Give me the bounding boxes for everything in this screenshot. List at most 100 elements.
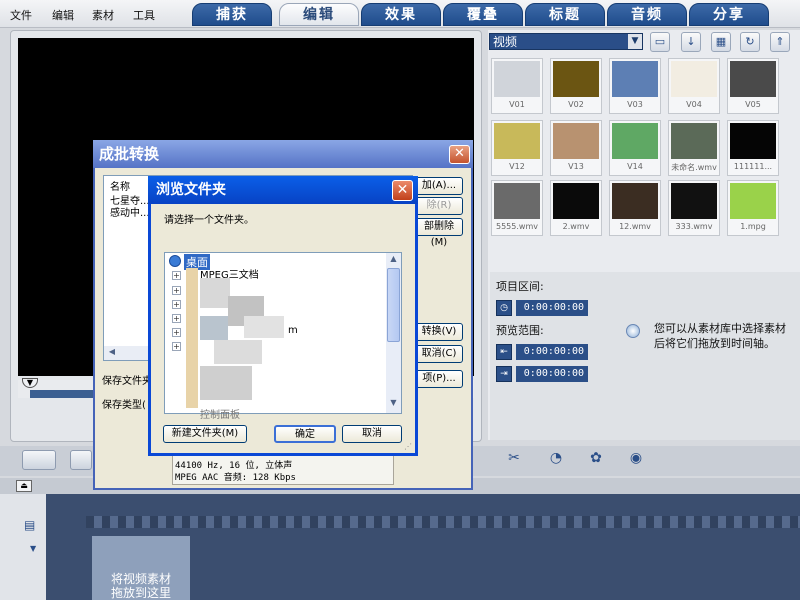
hint-icon xyxy=(626,324,640,338)
tree-scroll-thumb[interactable] xyxy=(387,268,400,342)
browse-prompt: 请选择一个文件夹。 xyxy=(164,215,254,226)
batch-convert-title: 成批转换 xyxy=(93,140,473,168)
scroll-down-icon[interactable]: ▼ xyxy=(387,398,400,410)
expand-icon[interactable]: + xyxy=(172,300,181,309)
tab-share[interactable]: 分享 xyxy=(689,3,769,26)
batch-cancel-button[interactable]: 取消(C) xyxy=(415,345,463,363)
preview-end-timecode[interactable]: 0:00:00:00 xyxy=(516,366,588,382)
preview-start-timecode[interactable]: 0:00:00:00 xyxy=(516,344,588,360)
clock-tool-icon[interactable]: ◔ xyxy=(544,450,568,472)
resize-grip-icon[interactable]: ⋰ xyxy=(404,442,414,452)
library-thumbnail[interactable]: 未命名.wmv xyxy=(668,120,720,176)
audio-info-line2: MPEG AAC 音频: 128 Kbps xyxy=(175,473,296,483)
add-button[interactable]: 加(A)... xyxy=(415,177,463,195)
library-thumbnail[interactable]: V04 xyxy=(668,58,720,114)
menu-tools[interactable]: 工具 xyxy=(133,7,155,23)
thumbnail-image xyxy=(553,61,599,97)
redacted-area xyxy=(244,316,284,338)
drop-zone[interactable]: 将视频素材 拖放到这里 xyxy=(92,536,190,600)
mark-in-icon[interactable]: ⇤ xyxy=(496,344,512,360)
chevron-down-icon[interactable]: ▼ xyxy=(628,34,642,49)
new-folder-button[interactable]: 新建文件夹(M) xyxy=(163,425,247,443)
thumbnail-label: 1.mpg xyxy=(740,222,766,231)
thumbnail-label: 2.wmv xyxy=(562,222,590,231)
library-thumbnail[interactable]: V01 xyxy=(491,58,543,114)
surround-sound-icon[interactable]: ◉ xyxy=(624,450,648,472)
tree-node-control-panel[interactable]: 控制面板 xyxy=(200,406,240,421)
library-thumbnail[interactable]: 111111... xyxy=(727,120,779,176)
options-button[interactable]: 项(P)... xyxy=(415,370,463,388)
remove-all-button[interactable]: 部删除(M) xyxy=(415,218,463,248)
thumbnail-label: 12.wmv xyxy=(619,222,651,231)
tab-edit[interactable]: 编辑 xyxy=(279,3,359,26)
thumbnail-image xyxy=(671,183,717,219)
drop-hint-line2: 拖放到这里 xyxy=(110,586,171,600)
library-thumbnail[interactable]: V13 xyxy=(550,120,602,176)
thumbnail-image xyxy=(730,123,776,159)
library-thumbnail[interactable]: V14 xyxy=(609,120,661,176)
library-thumbnail[interactable]: V02 xyxy=(550,58,602,114)
thumbnail-image xyxy=(612,61,658,97)
expand-icon[interactable]: + xyxy=(172,328,181,337)
folder-icon[interactable]: ▭ xyxy=(650,32,670,52)
library-thumbnail[interactable]: V03 xyxy=(609,58,661,114)
thumbnail-image xyxy=(494,61,540,97)
library-thumbnail[interactable]: V12 xyxy=(491,120,543,176)
thumbnail-label: V14 xyxy=(627,162,643,171)
storyboard-view-button[interactable] xyxy=(22,450,56,470)
ok-button[interactable]: 确定 xyxy=(274,425,336,443)
close-icon[interactable]: ✕ xyxy=(392,180,413,201)
menu-file[interactable]: 文件 xyxy=(10,7,32,23)
scroll-left-icon[interactable]: ◀ xyxy=(105,347,119,359)
library-thumbnail[interactable]: V05 xyxy=(727,58,779,114)
thumbnail-label: V01 xyxy=(509,100,525,109)
grid-view-icon[interactable]: ▦ xyxy=(711,32,731,52)
library-thumbnail[interactable]: 12.wmv xyxy=(609,180,661,236)
timeline-view-button[interactable] xyxy=(70,450,92,470)
project-duration-label: 项目区间: xyxy=(496,280,544,293)
track-icon[interactable]: ▤ xyxy=(24,518,42,532)
mark-out-icon[interactable]: ⇥ xyxy=(496,366,512,382)
trim-tool-icon[interactable]: ✂ xyxy=(502,450,526,472)
list-item[interactable]: 感动中... xyxy=(110,204,150,219)
hint-text-line1: 您可以从素材库中选择素材 xyxy=(654,322,786,335)
close-icon[interactable]: ✕ xyxy=(449,145,470,164)
list-header-name: 名称 xyxy=(110,182,130,193)
library-thumbnail[interactable]: 333.wmv xyxy=(668,180,720,236)
scroll-up-icon[interactable]: ▲ xyxy=(387,254,400,266)
collapse-icon[interactable]: ⇑ xyxy=(770,32,790,52)
import-icon[interactable]: ↓ xyxy=(681,32,701,52)
eject-icon[interactable]: ⏏ xyxy=(16,480,32,492)
chevron-down-icon[interactable]: ▼ xyxy=(30,544,42,553)
library-category-select[interactable]: 视频 xyxy=(489,33,643,50)
desktop-icon xyxy=(169,255,181,267)
tab-audio[interactable]: 音频 xyxy=(607,3,687,26)
thumbnail-image xyxy=(494,183,540,219)
menu-clip[interactable]: 素材 xyxy=(92,7,114,23)
save-folder-label: 保存文件夹 xyxy=(102,376,152,387)
reload-icon[interactable]: ↻ xyxy=(740,32,760,52)
library-thumbnail[interactable]: 1.mpg xyxy=(727,180,779,236)
tab-overlay[interactable]: 覆叠 xyxy=(443,3,523,26)
library-thumbnail[interactable]: 5555.wmv xyxy=(491,180,543,236)
expand-icon[interactable]: + xyxy=(172,271,181,280)
browse-cancel-button[interactable]: 取消 xyxy=(342,425,402,443)
convert-button[interactable]: 转换(V) xyxy=(415,323,463,341)
tab-capture[interactable]: 捕获 xyxy=(192,3,272,26)
tab-effects[interactable]: 效果 xyxy=(361,3,441,26)
tab-title[interactable]: 标题 xyxy=(525,3,605,26)
library-thumbnail[interactable]: 2.wmv xyxy=(550,180,602,236)
expand-icon[interactable]: + xyxy=(172,314,181,323)
effect-tool-icon[interactable]: ✿ xyxy=(584,450,608,472)
tree-node-partial[interactable]: m xyxy=(288,325,298,336)
save-type-label: 保存类型( xyxy=(102,400,146,411)
expand-icon[interactable]: + xyxy=(172,342,181,351)
redacted-area xyxy=(200,316,228,340)
expand-icon[interactable]: + xyxy=(172,286,181,295)
remove-button[interactable]: 除(R) xyxy=(415,197,463,215)
thumbnail-label: V13 xyxy=(568,162,584,171)
menu-edit[interactable]: 编辑 xyxy=(52,7,74,23)
drop-hint-line1: 将视频素材 xyxy=(110,572,171,586)
thumbnail-label: 5555.wmv xyxy=(496,222,538,231)
project-duration-timecode[interactable]: 0:00:00:00 xyxy=(516,300,588,316)
